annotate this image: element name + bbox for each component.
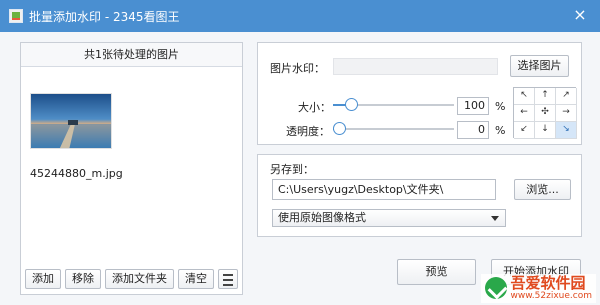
browse-button[interactable]: 浏览... [514, 179, 571, 200]
list-view-icon[interactable] [218, 269, 238, 289]
add-button[interactable]: 添加 [25, 269, 61, 289]
position-top-center-icon[interactable]: ↑ [535, 88, 556, 105]
remove-button[interactable]: 移除 [65, 269, 101, 289]
save-to-label: 另存到： [270, 163, 314, 176]
list-action-bar: 添加 移除 添加文件夹 清空 [25, 269, 238, 289]
opacity-input[interactable]: 0 [457, 121, 489, 139]
watermark-image-label: 图片水印： [270, 62, 325, 75]
position-middle-left-icon[interactable]: ← [514, 105, 535, 122]
site-name: 吾爱软件园 [510, 273, 586, 292]
position-center-icon[interactable]: ✣ [535, 105, 556, 122]
site-url: www.52zixue.com [510, 290, 592, 301]
chevron-down-icon [491, 216, 499, 221]
position-top-left-icon[interactable]: ↖ [514, 88, 535, 105]
watermark-settings-panel: 图片水印： 选择图片 大小： 100 % 透明度： 0 % ↖ ↑ ↗ ← ✣ … [257, 42, 582, 145]
opacity-unit: % [495, 124, 506, 137]
thumbnail-image [31, 94, 111, 148]
add-folder-button[interactable]: 添加文件夹 [105, 269, 174, 289]
image-list-panel: 共1张待处理的图片 45244880_m.jpg 添加 移除 添加文件夹 清空 [20, 42, 243, 295]
position-bottom-center-icon[interactable]: ↓ [535, 122, 556, 139]
image-count-header: 共1张待处理的图片 [21, 43, 242, 67]
size-slider[interactable] [333, 98, 454, 112]
site-watermark: 吾爱软件园 www.52zixue.com [480, 273, 596, 303]
size-unit: % [495, 100, 506, 113]
site-logo-icon [484, 277, 507, 300]
app-icon [9, 9, 23, 23]
format-selected-value: 使用原始图像格式 [278, 211, 366, 224]
position-bottom-right-icon[interactable]: ↘ [556, 122, 577, 139]
title-bar: 批量添加水印 - 2345看图王 × [0, 0, 600, 32]
size-label: 大小： [298, 101, 331, 114]
position-grid: ↖ ↑ ↗ ← ✣ → ↙ ↓ ↘ [513, 87, 577, 139]
close-button[interactable]: × [572, 7, 588, 23]
position-top-right-icon[interactable]: ↗ [556, 88, 577, 105]
choose-image-button[interactable]: 选择图片 [510, 55, 569, 77]
window-title: 批量添加水印 - 2345看图王 [29, 9, 180, 24]
clear-button[interactable]: 清空 [178, 269, 214, 289]
dialog-body: 共1张待处理的图片 45244880_m.jpg 添加 移除 添加文件夹 清空 … [0, 32, 600, 305]
watermark-image-field[interactable] [333, 58, 498, 75]
format-dropdown[interactable]: 使用原始图像格式 [272, 209, 506, 227]
size-input[interactable]: 100 [457, 97, 489, 115]
save-path-input[interactable]: C:\Users\yugz\Desktop\文件夹\ [272, 179, 496, 200]
position-middle-right-icon[interactable]: → [556, 105, 577, 122]
save-settings-panel: 另存到： C:\Users\yugz\Desktop\文件夹\ 浏览... 使用… [257, 154, 582, 237]
image-thumbnail[interactable] [30, 93, 112, 149]
position-bottom-left-icon[interactable]: ↙ [514, 122, 535, 139]
opacity-slider-handle[interactable] [333, 122, 346, 135]
opacity-label: 透明度： [286, 125, 330, 138]
file-name-label: 45244880_m.jpg [30, 167, 123, 180]
size-slider-handle[interactable] [345, 98, 358, 111]
preview-button[interactable]: 预览 [397, 259, 476, 285]
opacity-slider[interactable] [333, 122, 454, 136]
